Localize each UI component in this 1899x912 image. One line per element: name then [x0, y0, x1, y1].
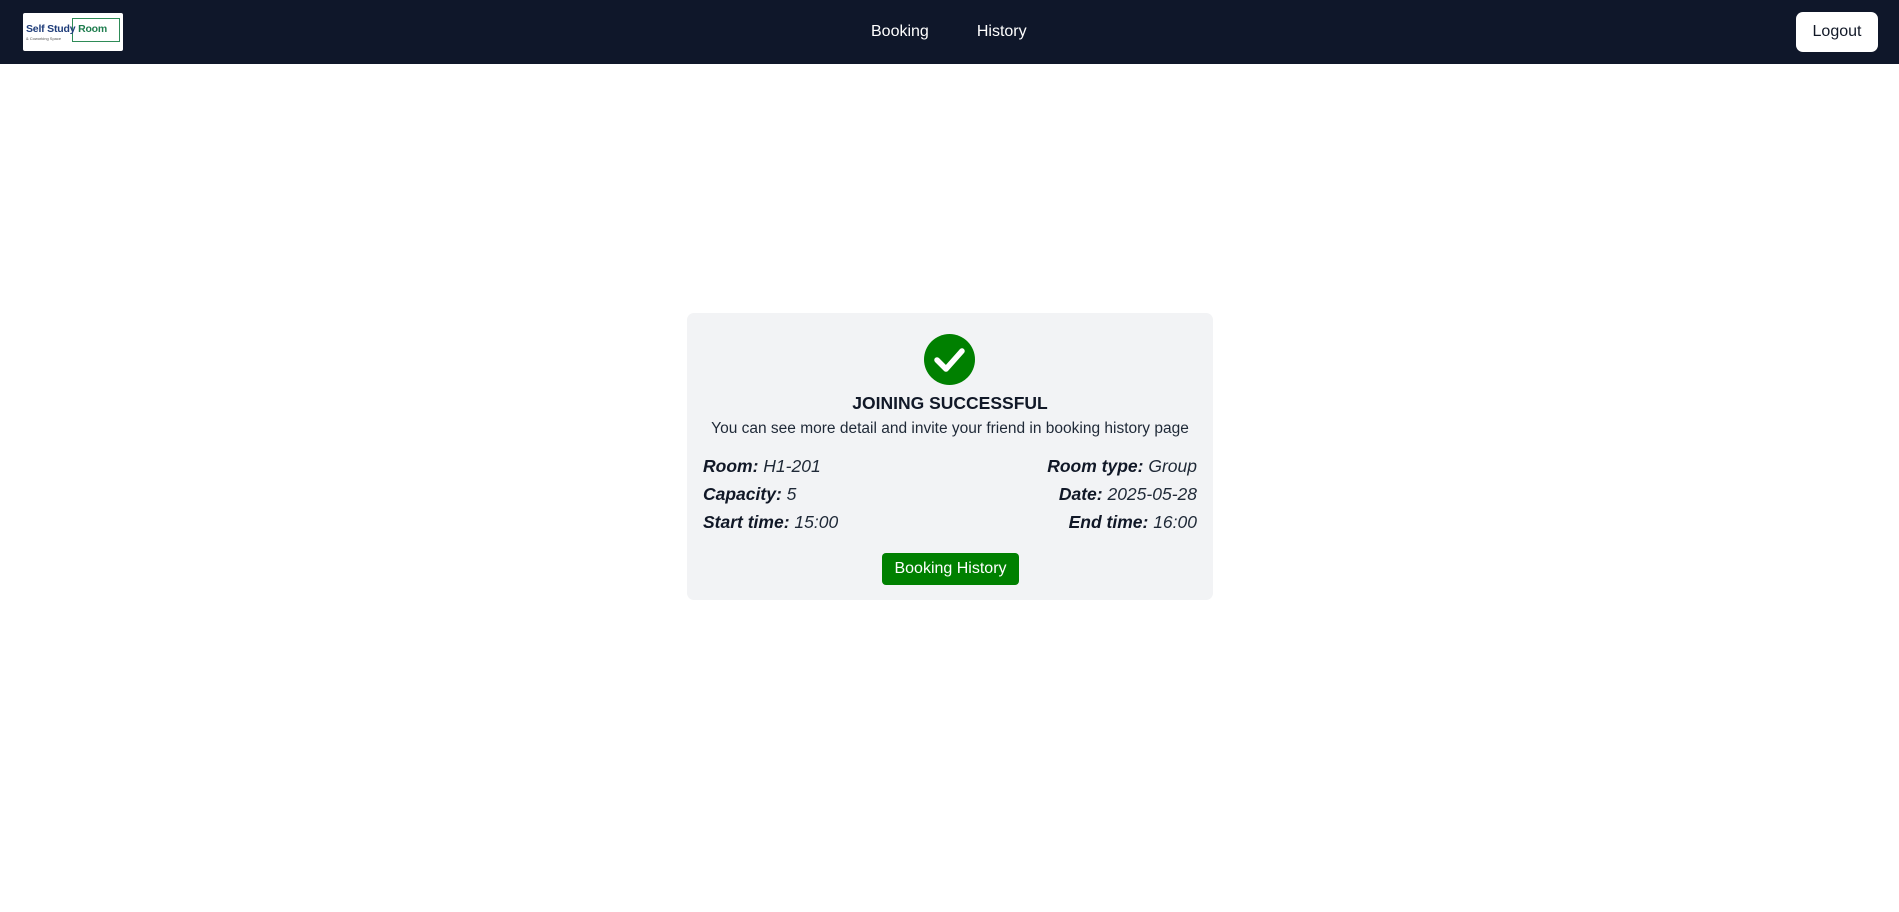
room-detail: Room: H1-201	[703, 456, 821, 477]
date-value: 2025-05-28	[1107, 484, 1197, 504]
top-navbar: Self Study Room & Coworking Space Bookin…	[0, 0, 1899, 64]
room-type-label: Room type:	[1047, 456, 1144, 476]
capacity-value: 5	[786, 484, 797, 504]
booking-history-button[interactable]: Booking History	[882, 553, 1019, 585]
end-time-detail: End time: 16:00	[1069, 512, 1197, 533]
room-type-value: Group	[1148, 456, 1197, 476]
start-time-label: Start time:	[703, 512, 790, 532]
logout-button[interactable]: Logout	[1796, 12, 1878, 52]
end-time-value: 16:00	[1153, 512, 1197, 532]
logo-text-room: Room	[78, 23, 108, 35]
room-value: H1-201	[763, 456, 821, 476]
check-circle-icon	[924, 334, 975, 385]
start-time-detail: Start time: 15:00	[703, 512, 838, 533]
detail-row-room: Room: H1-201 Room type: Group	[703, 456, 1197, 477]
room-type-detail: Room type: Group	[1047, 456, 1197, 477]
nav-link-history[interactable]: History	[977, 23, 1027, 41]
logo-text: Self Study Room	[26, 23, 107, 35]
date-detail: Date: 2025-05-28	[1059, 484, 1197, 505]
end-time-label: End time:	[1068, 512, 1149, 532]
start-time-value: 15:00	[794, 512, 839, 532]
logo-text-main: Self Study	[26, 23, 76, 35]
detail-row-time: Start time: 15:00 End time: 16:00	[703, 512, 1197, 533]
date-label: Date:	[1058, 484, 1103, 504]
capacity-detail: Capacity: 5	[703, 484, 796, 505]
nav-link-booking[interactable]: Booking	[871, 23, 929, 41]
detail-row-capacity: Capacity: 5 Date: 2025-05-28	[703, 484, 1197, 505]
site-logo[interactable]: Self Study Room & Coworking Space	[23, 13, 123, 51]
capacity-label: Capacity:	[703, 484, 782, 504]
confirmation-subtitle: You can see more detail and invite your …	[711, 420, 1189, 437]
confirmation-title: JOINING SUCCESSFUL	[852, 393, 1048, 413]
confirmation-card: JOINING SUCCESSFUL You can see more deta…	[687, 313, 1213, 600]
room-label: Room:	[703, 456, 759, 476]
logo-subtext: & Coworking Space	[26, 36, 62, 41]
nav-links: Booking History	[871, 0, 1075, 64]
